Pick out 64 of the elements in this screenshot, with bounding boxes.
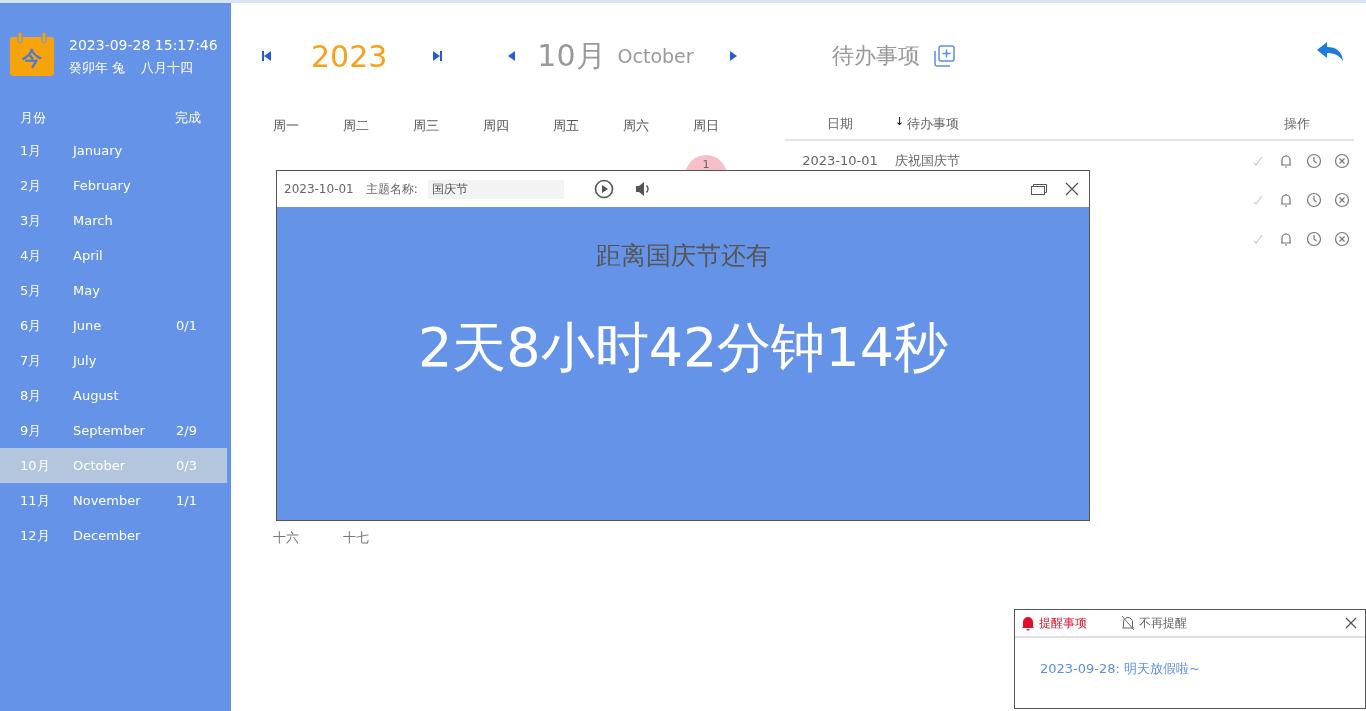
month-item[interactable]: 7月 July <box>0 343 227 378</box>
column-header: 日期 <box>826 115 854 133</box>
bell-icon[interactable] <box>1278 152 1294 169</box>
todo-title: 待办事项 <box>831 42 920 70</box>
lunar-day: 十六 <box>251 529 321 547</box>
month-item[interactable]: 9月 September 2/9 <box>0 413 227 448</box>
add-icon[interactable] <box>931 44 956 68</box>
year-label: 2023 <box>311 38 388 74</box>
back-arrow-icon[interactable] <box>1316 41 1344 63</box>
column-header: 操作 <box>1284 115 1311 133</box>
month-name: October <box>617 45 695 67</box>
weekday-header: 周一 <box>272 117 300 135</box>
first-year-button[interactable] <box>261 49 273 63</box>
weekday-header: 周日 <box>692 117 720 135</box>
restore-icon[interactable] <box>1031 183 1047 195</box>
month-item[interactable]: 5月 May <box>0 273 227 308</box>
close-icon[interactable] <box>1345 617 1357 629</box>
countdown-heading: 距离国庆节还有 <box>594 240 772 272</box>
sort-arrow[interactable]: ↓ <box>895 115 905 133</box>
weekday-header: 周五 <box>552 117 580 135</box>
delete-icon[interactable] <box>1334 230 1350 247</box>
month-label: 10月 <box>537 36 606 75</box>
bell-icon[interactable] <box>1278 191 1294 208</box>
table-cell-text: 庆祝国庆节 <box>895 151 961 170</box>
month-item[interactable]: 10月 October 0/3 <box>0 448 227 483</box>
dialog-date: 2023-10-01 <box>284 182 354 196</box>
clock-icon[interactable] <box>1306 230 1322 247</box>
last-year-button[interactable] <box>431 49 444 63</box>
column-header: 完成 <box>175 109 201 127</box>
close-icon[interactable] <box>1065 182 1079 196</box>
play-icon[interactable] <box>593 179 614 199</box>
clock-icon[interactable] <box>1306 191 1322 208</box>
weekday-header: 周四 <box>482 117 510 135</box>
table-cell-text: 2023-10-01 <box>801 153 879 168</box>
delete-icon[interactable] <box>1334 191 1350 208</box>
reminders-tab[interactable]: 提醒事项 <box>1021 614 1087 632</box>
lunar-day: 十七 <box>321 529 391 547</box>
lunar-year: 癸卯年 兔 <box>69 59 126 77</box>
month-item[interactable]: 4月 April <box>0 238 227 273</box>
month-item[interactable]: 6月 June 0/1 <box>0 308 227 343</box>
bell-icon <box>1021 615 1035 631</box>
month-item[interactable]: 8月 August <box>0 378 227 413</box>
weekday-header: 周二 <box>342 117 370 135</box>
month-item[interactable]: 3月 March <box>0 203 227 238</box>
lunar-date: 八月十四 <box>141 59 194 77</box>
column-header: 待办事项 <box>907 115 960 133</box>
month-item[interactable]: 1月 January <box>0 133 227 168</box>
month-item[interactable]: 12月 December <box>0 518 227 553</box>
delete-icon[interactable] <box>1334 152 1350 169</box>
topic-field[interactable]: 国庆节 <box>427 179 564 199</box>
countdown-text: 2天8小时42分钟14秒 <box>416 315 950 381</box>
clock-icon[interactable] <box>1306 152 1322 169</box>
mute-button[interactable]: 不再提醒 <box>1121 614 1187 632</box>
weekday-header: 周六 <box>622 117 650 135</box>
current-datetime: 2023-09-28 15:17:46 <box>69 37 218 53</box>
bell-icon[interactable] <box>1278 230 1294 247</box>
month-item[interactable]: 11月 November 1/1 <box>0 483 227 518</box>
reminder-message: 2023-09-28: 明天放假啦~ <box>1039 660 1201 678</box>
bell-off-icon <box>1121 615 1135 631</box>
column-header: 月份 <box>20 109 47 127</box>
weekday-header: 周三 <box>412 117 440 135</box>
speaker-icon[interactable] <box>633 180 652 198</box>
topic-label: 主题名称: <box>365 180 418 198</box>
month-item[interactable]: 2月 February <box>0 168 227 203</box>
